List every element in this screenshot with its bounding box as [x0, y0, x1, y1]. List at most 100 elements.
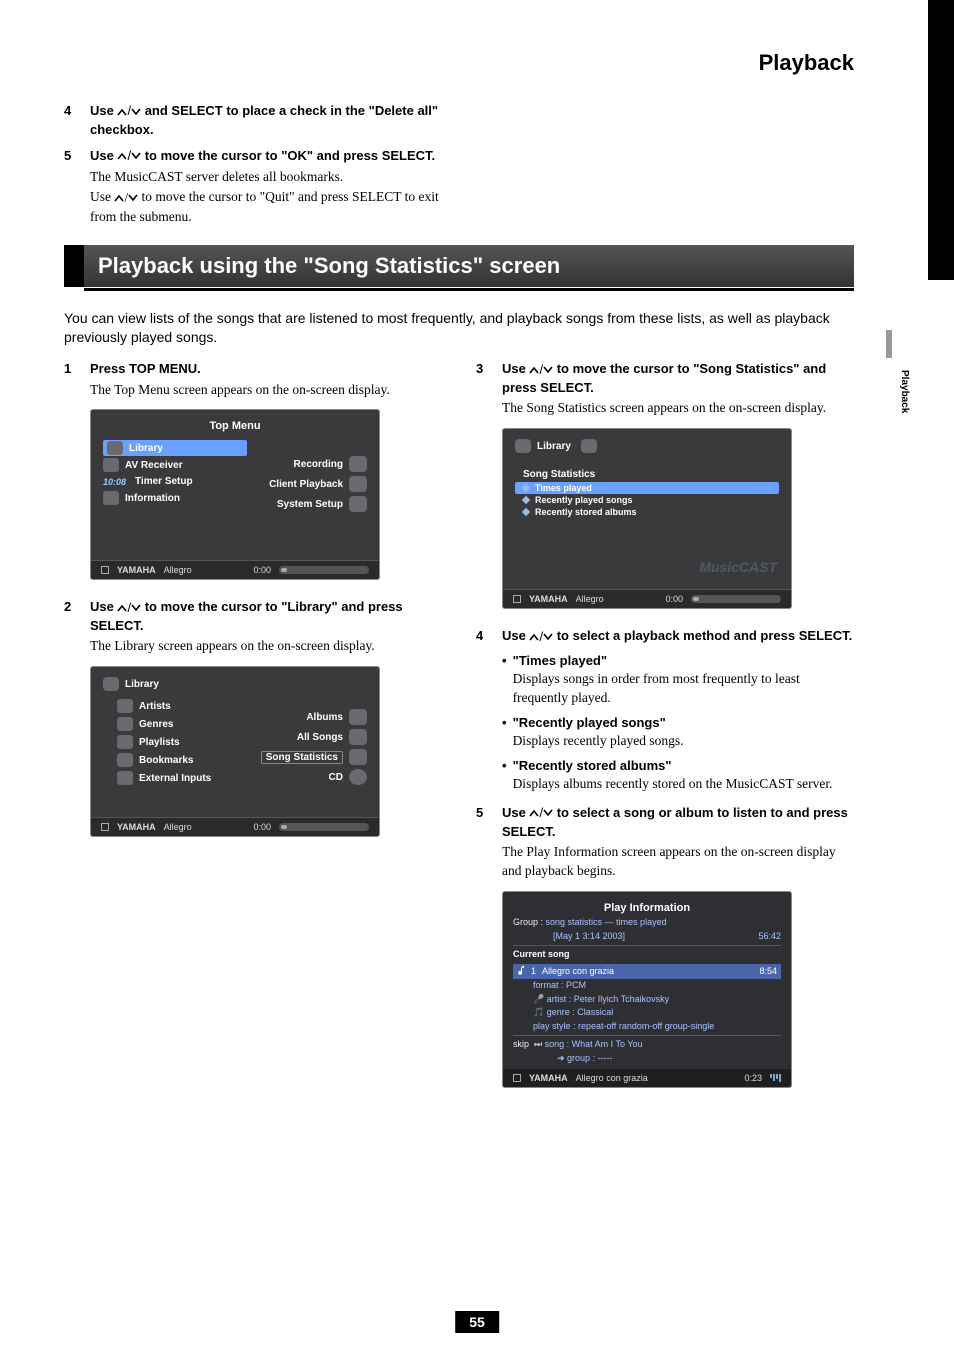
bullet-icon: • [502, 652, 507, 708]
screenshot-song-statistics: Library Song Statistics Times played Rec… [502, 428, 792, 609]
bullet-desc: Displays songs in order from most freque… [513, 670, 854, 708]
up-down-icon: / [529, 628, 553, 646]
step-desc: The Top Menu screen appears on the on-sc… [90, 381, 442, 400]
progress-bar [691, 595, 781, 603]
step-desc: The Song Statistics screen appears on th… [502, 399, 854, 418]
diamond-icon [522, 496, 530, 504]
stop-icon [513, 595, 521, 603]
menu-item: Library [129, 443, 163, 454]
stats-icon [349, 749, 367, 765]
step-desc: to move the cursor to "Quit" and press S… [90, 189, 439, 223]
step-text: and SELECT to place a check in the "Dele… [90, 103, 438, 137]
step-text: Use [90, 148, 117, 163]
step-text: Use [502, 805, 529, 820]
step-desc: The Play Information screen appears on t… [502, 843, 854, 881]
step-number: 4 [64, 102, 90, 139]
step-text: to select a playback method and press SE… [553, 628, 852, 643]
side-section-label: Playback [899, 370, 910, 413]
brand-label: YAMAHA [529, 594, 568, 604]
step-text: Use [502, 628, 529, 643]
step-number: 5 [64, 147, 90, 227]
time-label: 0:00 [665, 594, 683, 604]
external-icon [117, 771, 133, 785]
section-heading: Playback using the "Song Statistics" scr… [64, 245, 854, 287]
menu-item: Playlists [139, 737, 180, 748]
step-text: Use [90, 103, 117, 118]
recording-icon [349, 456, 367, 472]
step-4-pre: 4 Use / and SELECT to place a check in t… [64, 102, 454, 139]
screenshot-play-information: Play Information Group : song statistics… [502, 891, 792, 1089]
time-label: 0:23 [744, 1073, 762, 1083]
menu-item: Artists [139, 701, 171, 712]
list-item: Recently stored albums [535, 507, 637, 517]
bullet-desc: Displays recently played songs. [513, 732, 854, 751]
ss-subtitle: Song Statistics [515, 469, 779, 480]
ss-title: Library [125, 679, 159, 690]
up-down-icon: / [529, 804, 553, 822]
screenshot-top-menu: Top Menu Library AV Receiver 10:08Timer … [90, 409, 380, 580]
menu-item: Genres [139, 719, 173, 730]
menu-item: AV Receiver [125, 460, 183, 471]
step-text: Use [90, 599, 117, 614]
time-label: 0:00 [253, 822, 271, 832]
step-desc: The MusicCAST server deletes all bookmar… [90, 168, 454, 187]
stats-icon [581, 439, 597, 453]
stop-icon [513, 1074, 521, 1082]
label: Group : [513, 917, 543, 927]
setup-icon [349, 496, 367, 512]
bullet-icon: • [502, 714, 507, 751]
step-text: Use [502, 361, 529, 376]
step-3: 3 Use / to move the cursor to "Song Stat… [476, 360, 854, 418]
menu-item: Song Statistics [261, 751, 343, 764]
up-down-icon: / [117, 102, 141, 120]
step-number: 5 [476, 804, 502, 881]
menu-item: Albums [306, 712, 343, 723]
step-text: to select a song or album to listen to a… [502, 805, 848, 839]
step-number: 4 [476, 627, 502, 794]
genres-icon [117, 717, 133, 731]
bullet-icon: • [502, 757, 507, 794]
ss-title: Play Information [513, 900, 781, 917]
brand-label: YAMAHA [117, 822, 156, 832]
track-label: Allegro [576, 594, 604, 604]
step-1: 1 Press TOP MENU. The Top Menu screen ap… [64, 360, 442, 399]
side-black-tab [928, 0, 954, 280]
menu-item: Bookmarks [139, 755, 193, 766]
step-text: to move the cursor to "OK" and press SEL… [141, 148, 435, 163]
artists-icon [117, 699, 133, 713]
step-2: 2 Use / to move the cursor to "Library" … [64, 598, 442, 656]
up-down-icon: / [117, 599, 141, 617]
track-label: Allegro con grazia [576, 1073, 648, 1083]
page-title: Playback [759, 50, 854, 76]
step-5-pre: 5 Use / to move the cursor to "OK" and p… [64, 147, 454, 227]
library-icon [107, 441, 123, 455]
menu-item: CD [329, 772, 343, 783]
ss-title: Top Menu [103, 420, 367, 432]
clock-time: 10:08 [103, 477, 129, 487]
info-icon [103, 491, 119, 505]
track-label: Allegro [164, 822, 192, 832]
step-heading: Press TOP MENU. [90, 360, 442, 378]
label: skip [513, 1039, 529, 1049]
up-down-icon: / [117, 147, 141, 165]
menu-item: External Inputs [139, 773, 211, 784]
song-number: 1 [531, 965, 536, 979]
page-number: 55 [455, 1311, 499, 1333]
info-line: genre : Classical [547, 1007, 614, 1017]
brand-label: YAMAHA [529, 1073, 568, 1083]
step-4: 4 Use / to select a playback method and … [476, 627, 854, 794]
up-down-icon: / [529, 361, 553, 379]
bullet-heading: "Recently played songs" [513, 714, 854, 732]
step-number: 3 [476, 360, 502, 418]
client-icon [349, 476, 367, 492]
step-number: 1 [64, 360, 90, 399]
side-grey-block [886, 330, 892, 358]
bullet-desc: Displays albums recently stored on the M… [513, 775, 854, 794]
playlists-icon [117, 735, 133, 749]
step-desc: The Library screen appears on the on-scr… [90, 637, 442, 656]
progress-bar [279, 823, 369, 831]
value: [May 1 3:14 2003] [513, 930, 625, 944]
list-item: Recently played songs [535, 495, 633, 505]
bookmarks-icon [117, 753, 133, 767]
step-5: 5 Use / to select a song or album to lis… [476, 804, 854, 881]
